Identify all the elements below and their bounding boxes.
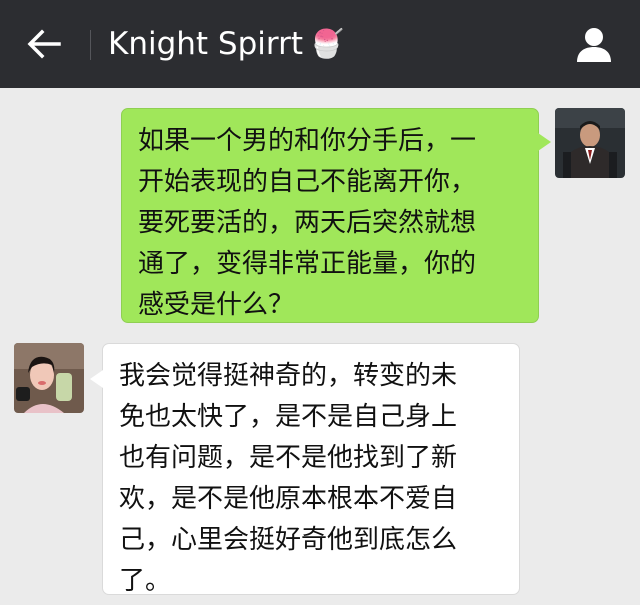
back-button[interactable] xyxy=(22,22,66,66)
my-avatar[interactable] xyxy=(555,108,625,178)
avatar-photo xyxy=(14,343,84,413)
arrow-left-icon xyxy=(27,29,61,59)
message-text: 我会觉得挺神奇的，转变的未 免也太快了，是不是自己身上 也有问题，是不是他找到了… xyxy=(119,361,458,596)
outgoing-message-bubble[interactable]: 如果一个男的和你分手后，一 开始表现的自己不能离开你， 要死要活的，两天后突然就… xyxy=(121,108,551,323)
contact-avatar[interactable] xyxy=(14,343,84,413)
chat-title: Knight Spirrt 🍧 xyxy=(108,26,344,62)
message-text: 如果一个男的和你分手后，一 开始表现的自己不能离开你， 要死要活的，两天后突然就… xyxy=(138,126,477,320)
profile-button[interactable] xyxy=(574,24,614,64)
avatar-photo xyxy=(555,108,625,178)
incoming-message-bubble[interactable]: 我会觉得挺神奇的，转变的未 免也太快了，是不是自己身上 也有问题，是不是他找到了… xyxy=(90,343,520,596)
chat-header: Knight Spirrt 🍧 xyxy=(0,0,640,88)
shaved-ice-emoji: 🍧 xyxy=(309,27,344,60)
header-divider xyxy=(90,30,91,60)
chat-title-text: Knight Spirrt xyxy=(108,26,303,62)
person-icon xyxy=(577,28,611,62)
